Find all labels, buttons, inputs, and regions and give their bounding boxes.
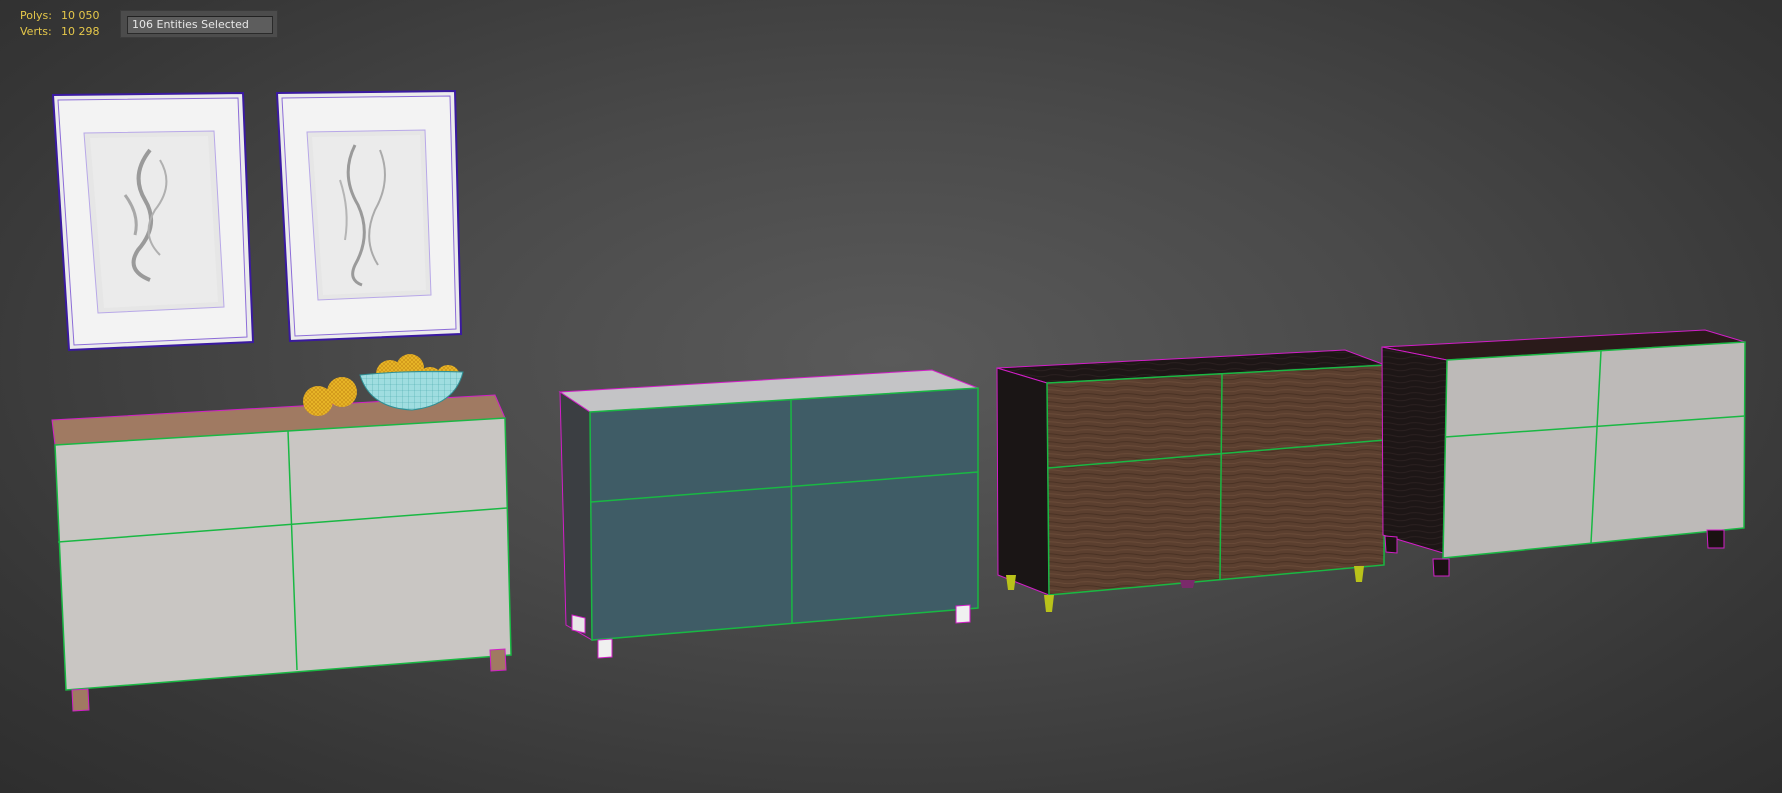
teal-sideboard[interactable]	[558, 369, 979, 659]
viewport[interactable]: Polys: 10 298 10 050 Verts: 10 298	[0, 0, 1782, 793]
picture-frame-right[interactable]	[275, 89, 463, 343]
walnut-sideboard[interactable]	[996, 349, 1386, 612]
white-sideboard[interactable]	[51, 394, 512, 712]
scene-canvas[interactable]	[0, 0, 1782, 793]
picture-frame-left[interactable]	[51, 91, 255, 352]
black-white-sideboard[interactable]	[1381, 329, 1746, 577]
